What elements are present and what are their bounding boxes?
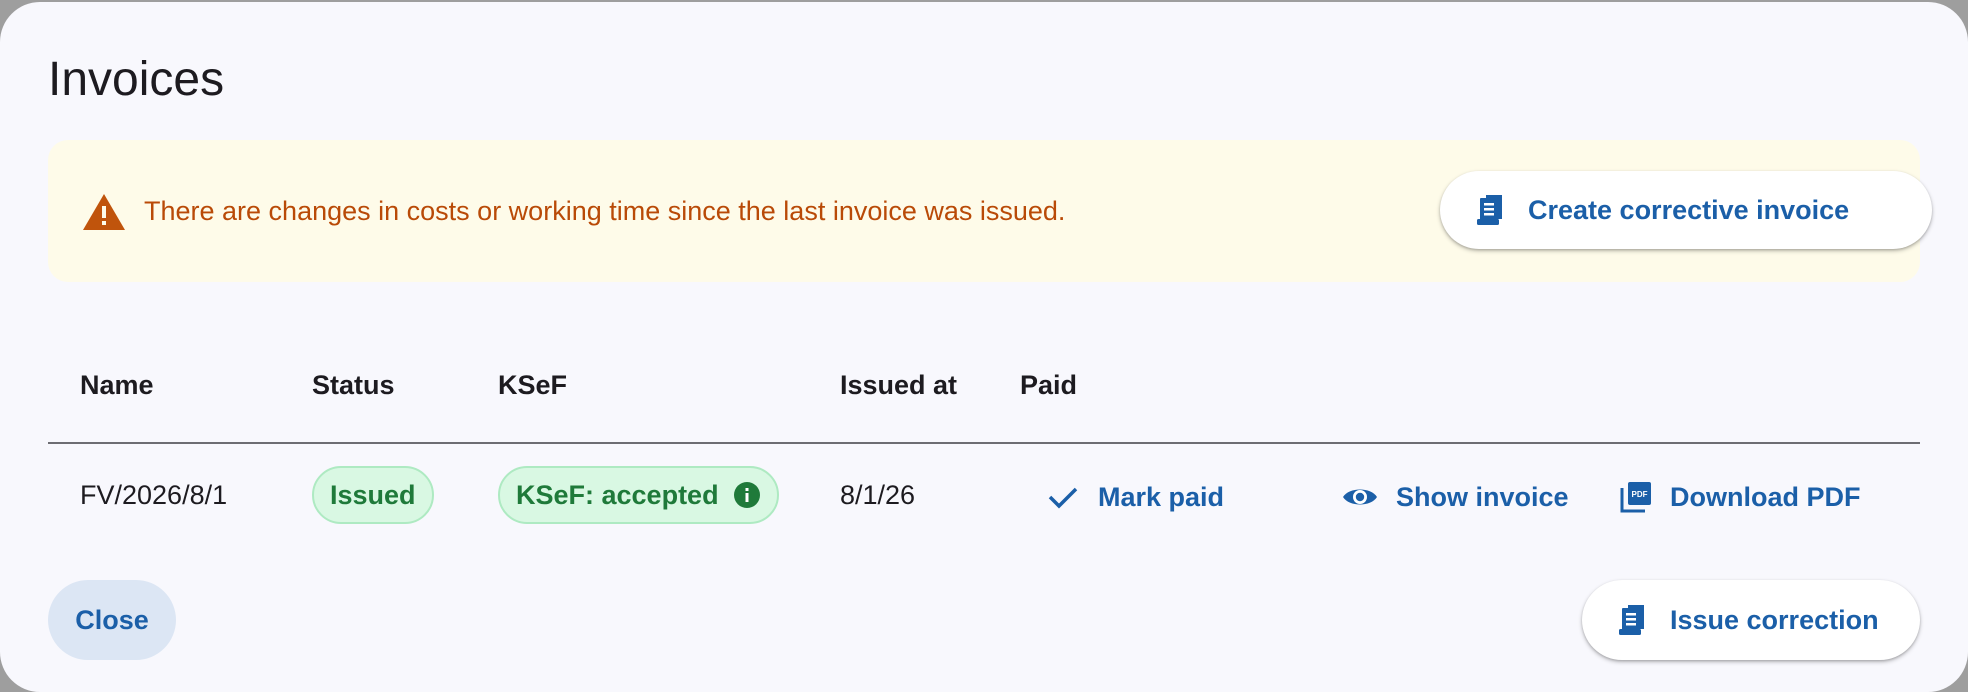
show-invoice-button[interactable]: Show invoice bbox=[1342, 472, 1569, 522]
pdf-icon: PDF bbox=[1620, 482, 1651, 513]
ksef-status-badge: KSeF: accepted bbox=[498, 466, 779, 524]
info-icon[interactable] bbox=[733, 481, 761, 509]
receipt-icon bbox=[1477, 195, 1502, 225]
column-header-ksef: KSeF bbox=[498, 370, 568, 400]
status-badge: Issued bbox=[312, 466, 434, 524]
show-invoice-label: Show invoice bbox=[1396, 481, 1569, 512]
create-corrective-invoice-label: Create corrective invoice bbox=[1528, 194, 1850, 225]
table-row: FV/2026/8/1 Issued KSeF: accepted 8/1/26… bbox=[48, 446, 1920, 546]
create-corrective-invoice-button[interactable]: Create corrective invoice bbox=[1440, 171, 1932, 249]
svg-text:PDF: PDF bbox=[1632, 490, 1648, 499]
download-pdf-button[interactable]: PDF Download PDF bbox=[1620, 472, 1861, 522]
ksef-status-label: KSeF: accepted bbox=[516, 479, 719, 510]
check-icon bbox=[1048, 487, 1078, 509]
column-header-paid: Paid bbox=[1020, 370, 1078, 400]
column-header-status: Status bbox=[312, 370, 395, 400]
warning-message: There are changes in costs or working ti… bbox=[144, 196, 1066, 226]
receipt-icon bbox=[1619, 605, 1644, 635]
eye-icon bbox=[1343, 489, 1377, 505]
issue-correction-label: Issue correction bbox=[1670, 604, 1879, 635]
warning-icon bbox=[83, 194, 125, 230]
warning-banner: There are changes in costs or working ti… bbox=[48, 140, 1932, 282]
status-badge-label: Issued bbox=[330, 479, 416, 510]
column-header-issued-at: Issued at bbox=[840, 370, 958, 400]
download-pdf-label: Download PDF bbox=[1670, 481, 1861, 512]
table-header: Name Status KSeF Issued at Paid bbox=[48, 352, 1920, 444]
mark-paid-label: Mark paid bbox=[1098, 481, 1225, 512]
close-label: Close bbox=[75, 604, 149, 635]
column-header-name: Name bbox=[80, 370, 154, 400]
invoices-dialog: Invoices There are changes in costs or w… bbox=[0, 2, 1968, 692]
close-button[interactable]: Close bbox=[48, 580, 176, 660]
issued-at-date: 8/1/26 bbox=[840, 480, 916, 510]
issue-correction-button[interactable]: Issue correction bbox=[1582, 580, 1920, 660]
mark-paid-button[interactable]: Mark paid bbox=[1046, 472, 1224, 522]
dialog-title: Invoices bbox=[48, 53, 225, 106]
invoice-name: FV/2026/8/1 bbox=[80, 480, 228, 510]
